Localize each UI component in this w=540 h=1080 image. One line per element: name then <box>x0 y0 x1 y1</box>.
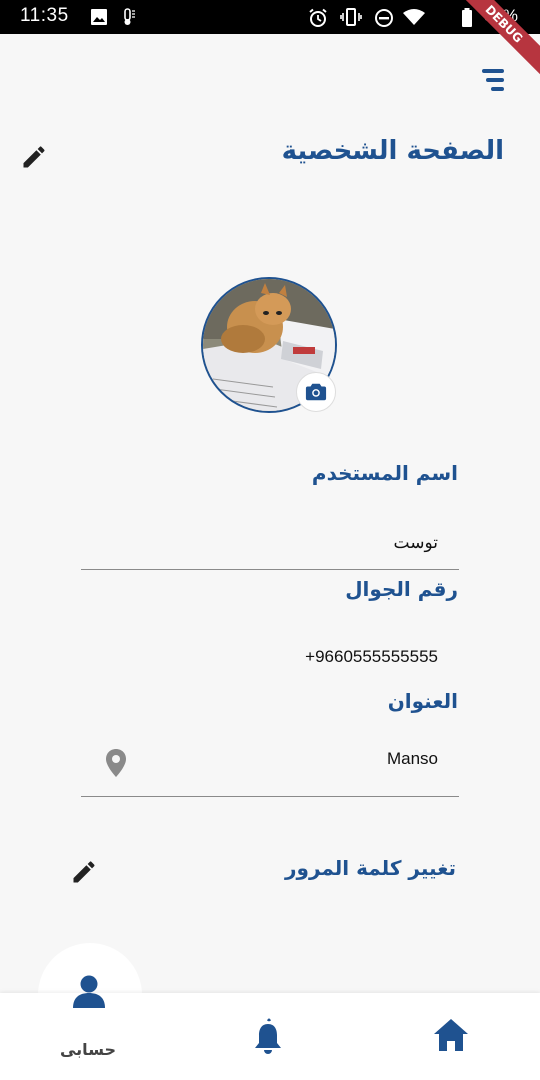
address-field[interactable]: Manso <box>387 749 438 769</box>
phone-field[interactable]: +9660555555555 <box>305 647 438 667</box>
account-icon <box>73 975 105 1008</box>
change-password-link[interactable]: تغيير كلمة المرور <box>285 856 456 880</box>
profile-avatar[interactable] <box>201 277 337 413</box>
battery-icon <box>462 8 472 27</box>
username-divider <box>81 569 459 570</box>
vibrate-icon <box>340 8 362 26</box>
status-bar: 11:35 83% DEBUG <box>0 0 540 81</box>
camera-icon <box>305 383 327 401</box>
phone-label: رقم الجوال <box>345 577 458 601</box>
location-pin-icon[interactable] <box>104 748 128 778</box>
dnd-icon <box>375 9 393 27</box>
page-title: الصفحة الشخصية <box>281 136 504 166</box>
menu-icon[interactable] <box>478 66 508 94</box>
image-icon <box>91 9 107 25</box>
camera-button[interactable] <box>296 372 336 412</box>
thermometer-icon <box>124 8 135 25</box>
username-label: اسم المستخدم <box>311 461 458 485</box>
home-icon[interactable] <box>432 1016 470 1054</box>
edit-password-icon[interactable] <box>70 858 98 886</box>
edit-profile-icon[interactable] <box>20 143 48 171</box>
nav-account-label: حسابى <box>59 1040 116 1059</box>
nav-account[interactable]: حسابى <box>38 960 142 1070</box>
address-label: العنوان <box>387 689 458 713</box>
address-divider <box>81 796 459 797</box>
wifi-icon <box>403 9 425 25</box>
bell-icon[interactable] <box>252 1018 284 1054</box>
username-field[interactable]: توست <box>394 533 438 553</box>
alarm-icon <box>309 8 327 27</box>
status-time: 11:35 <box>20 5 69 26</box>
